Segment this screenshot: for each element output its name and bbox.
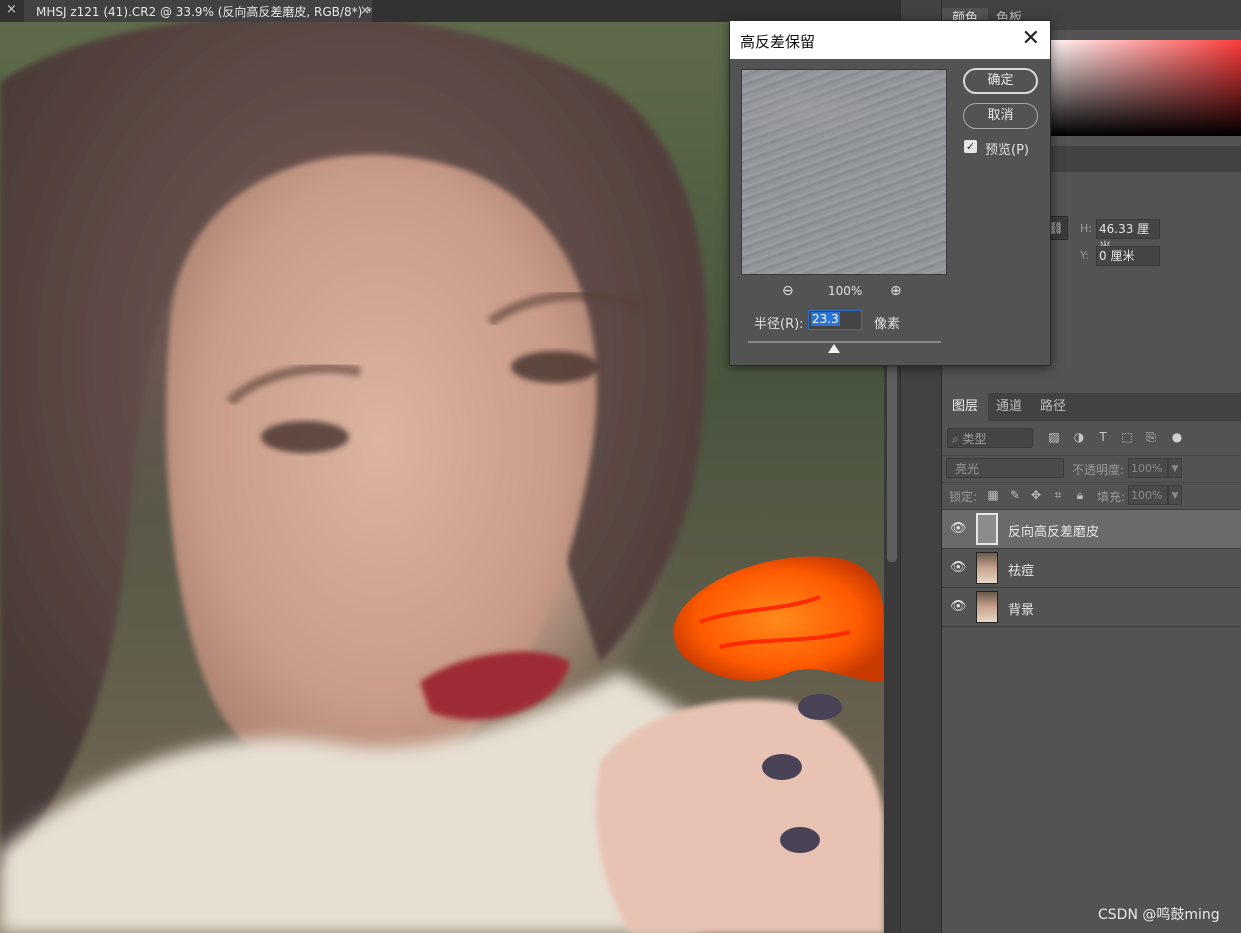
layer-name[interactable]: 祛痘 [1008,560,1034,579]
lock-artboard-icon[interactable]: ⌗ [1051,488,1065,502]
scrollbar-thumb[interactable] [887,362,897,562]
height-label: H: [1080,222,1092,235]
close-icon[interactable]: × [6,3,18,17]
tab-layers[interactable]: 图层 [942,393,989,421]
lock-label: 锁定: [949,490,978,504]
eye-icon[interactable]: 👁︎ [950,561,967,575]
filter-toggle-icon[interactable]: ● [1170,430,1184,444]
preview-checkbox-label[interactable]: 预览(P) [985,139,1029,158]
tab-paths[interactable]: 路径 [1030,393,1076,421]
lock-all-icon[interactable]: 🔒︎ [1073,488,1087,502]
high-pass-dialog: 高反差保留 ✕ ⊖ 100% ⊕ 半径(R): 23.3 像素 确定 取消 ✓ … [729,20,1051,366]
layer-thumbnail [976,513,998,545]
tab-channels[interactable]: 通道 [986,393,1032,421]
preview-checkbox[interactable]: ✓ [964,140,977,153]
radius-input[interactable]: 23.3 [808,310,862,330]
blend-mode-select[interactable]: 亮光 [946,458,1064,478]
document-tab-title: MHSJ z121 (41).CR2 @ 33.9% (反向高反差磨皮, RGB… [36,5,373,19]
lock-paint-icon[interactable]: ✎ [1008,488,1022,502]
smart-object-filter-icon[interactable]: ⎘ [1144,430,1158,444]
color-spectrum-field[interactable] [1042,40,1241,136]
cancel-button[interactable]: 取消 [963,103,1038,129]
lock-row: 锁定: ▦ ✎ ✥ ⌗ 🔒︎ 填充: 100% ▼ [942,482,1241,507]
close-icon[interactable]: ✕ [1022,27,1040,51]
ok-button[interactable]: 确定 [963,68,1038,94]
fill-label: 填充: [1097,490,1126,504]
shape-filter-icon[interactable]: ⬚ [1120,430,1134,444]
chevron-down-icon[interactable]: ▼ [1168,458,1182,478]
tab-close-icon[interactable]: × [360,3,370,17]
opacity-label: 不透明度: [1072,463,1125,477]
layer-thumbnail [976,552,998,584]
zoom-out-icon[interactable]: ⊖ [782,283,794,299]
fill-field[interactable]: 100% [1128,485,1168,505]
type-filter-icon[interactable]: T [1096,430,1110,444]
layer-row-reverse-highpass[interactable]: 👁︎ 反向高反差磨皮 [942,509,1241,548]
lock-move-icon[interactable]: ✥ [1029,488,1043,502]
height-field[interactable]: 46.33 厘米 [1096,219,1160,254]
y-field[interactable]: 0 厘米 [1096,246,1160,266]
adjustment-filter-icon[interactable]: ◑ [1072,430,1086,444]
radius-slider-track[interactable] [748,341,941,343]
layer-thumbnail [976,591,998,623]
blend-row: 亮光 不透明度: 100% ▼ [942,455,1241,480]
document-tab-bar: × MHSJ z121 (41).CR2 @ 33.9% (反向高反差磨皮, R… [0,0,900,22]
layer-filter-row: ⌕ 类型 ▨ ◑ T ⬚ ⎘ ● [942,426,1241,452]
eye-icon[interactable]: 👁︎ [950,522,967,536]
watermark-text: CSDN @鸣鼓ming [1098,907,1220,923]
preview-zoom-level: 100% [828,284,863,298]
lock-transparent-icon[interactable]: ▦ [986,488,1000,502]
dialog-titlebar[interactable]: 高反差保留 ✕ [730,21,1050,59]
layer-row-background[interactable]: 👁︎ 背景 [942,587,1241,627]
zoom-in-icon[interactable]: ⊕ [890,283,902,299]
y-label: Y: [1080,249,1089,262]
layers-panel-tabs: 图层 通道 路径 [942,393,1241,421]
image-filter-icon[interactable]: ▨ [1047,430,1061,444]
dialog-title: 高反差保留 [740,33,816,51]
filter-preview[interactable] [741,69,947,275]
layer-filter-select[interactable]: ⌕ 类型 [947,428,1033,448]
document-tab[interactable]: MHSJ z121 (41).CR2 @ 33.9% (反向高反差磨皮, RGB… [24,0,372,22]
radius-slider-thumb[interactable] [828,344,840,353]
radius-value: 23.3 [811,312,840,326]
chevron-down-icon[interactable]: ▼ [1168,485,1182,505]
radius-unit: 像素 [874,317,901,332]
radius-label: 半径(R): [754,317,804,332]
layer-row-blemish[interactable]: 👁︎ 祛痘 [942,548,1241,587]
layer-name[interactable]: 反向高反差磨皮 [1008,521,1099,540]
opacity-field[interactable]: 100% [1128,458,1168,478]
eye-icon[interactable]: 👁︎ [950,600,967,614]
layer-name[interactable]: 背景 [1008,599,1034,618]
